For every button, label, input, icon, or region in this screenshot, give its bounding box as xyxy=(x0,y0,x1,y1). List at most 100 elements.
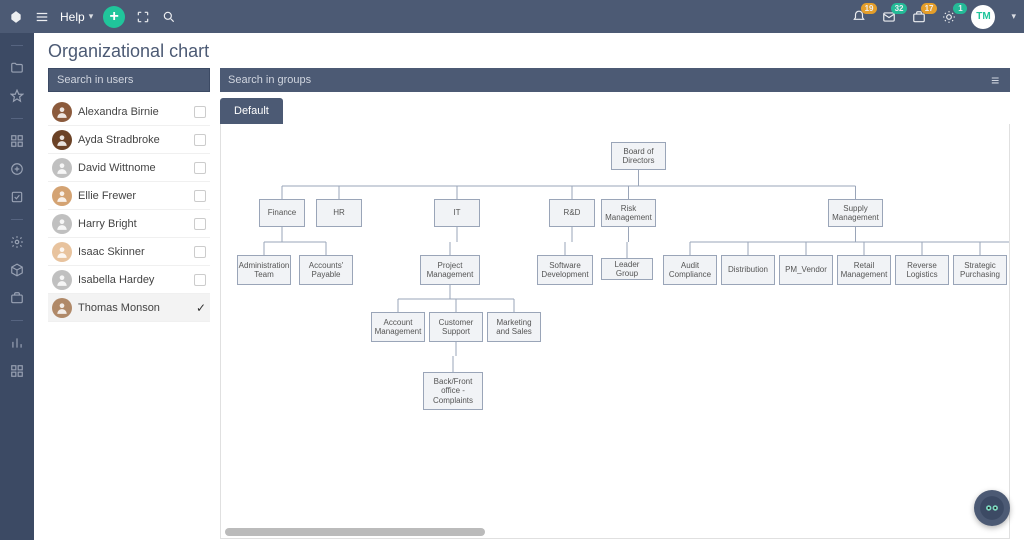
left-nav-rail xyxy=(0,33,34,540)
folder-icon[interactable] xyxy=(9,60,25,76)
user-avatar xyxy=(52,242,72,262)
user-list-item[interactable]: Ellie Frewer xyxy=(48,182,210,210)
check-square-icon[interactable] xyxy=(9,189,25,205)
grid-icon[interactable] xyxy=(9,133,25,149)
user-checkbox[interactable] xyxy=(194,274,206,286)
briefcase-badge: 17 xyxy=(921,3,938,14)
user-list-item[interactable]: David Wittnome xyxy=(48,154,210,182)
user-checkbox[interactable] xyxy=(194,134,206,146)
org-node[interactable]: Leader Group xyxy=(601,258,653,280)
user-name-label: Thomas Monson xyxy=(78,302,190,314)
user-avatar xyxy=(52,186,72,206)
user-avatar xyxy=(52,298,72,318)
org-node[interactable]: Project Management xyxy=(420,255,480,285)
org-node[interactable]: Risk Management xyxy=(601,199,656,227)
user-list-item[interactable]: Isaac Skinner xyxy=(48,238,210,266)
rail-separator xyxy=(11,219,23,220)
checkmark-icon: ✓ xyxy=(196,301,206,315)
briefcase-nav-icon[interactable] xyxy=(9,290,25,306)
search-toolbar: ≡ xyxy=(34,68,1024,98)
bell-badge: 19 xyxy=(861,3,878,14)
fullscreen-icon[interactable] xyxy=(135,9,151,25)
org-node[interactable]: R&D xyxy=(549,199,595,227)
hamburger-menu-icon[interactable] xyxy=(34,9,50,25)
search-icon[interactable] xyxy=(161,9,177,25)
user-name-label: Ellie Frewer xyxy=(78,190,188,202)
user-name-label: Isabella Hardey xyxy=(78,274,188,286)
org-node[interactable]: PM_Vendor xyxy=(779,255,833,285)
user-avatar xyxy=(52,102,72,122)
org-node[interactable]: Accounts' Payable xyxy=(299,255,353,285)
org-node[interactable]: Software Development xyxy=(537,255,593,285)
org-chart-panel: Default Board of Directors Finance HR IT R&D… xyxy=(220,98,1010,539)
help-menu[interactable]: Help ▾ xyxy=(60,10,93,24)
main-content: Organizational chart ≡ Alexandra BirnieA… xyxy=(34,33,1024,540)
org-node[interactable]: Administration Team xyxy=(237,255,291,285)
theme-badge: 1 xyxy=(953,3,967,14)
user-checkbox[interactable] xyxy=(194,190,206,202)
org-node[interactable]: Finance xyxy=(259,199,305,227)
user-list-item[interactable]: Thomas Monson ✓ xyxy=(48,294,210,322)
search-groups-input[interactable] xyxy=(220,68,986,92)
mail-badge: 32 xyxy=(891,3,908,14)
org-node[interactable]: HR xyxy=(316,199,362,227)
org-node[interactable]: Account Management xyxy=(371,312,425,342)
user-avatar xyxy=(52,214,72,234)
org-node[interactable]: IT xyxy=(434,199,480,227)
user-avatar xyxy=(52,270,72,290)
org-node[interactable]: Customer Support xyxy=(429,312,483,342)
org-node[interactable]: Distribution xyxy=(721,255,775,285)
theme-toggle-icon[interactable]: 1 xyxy=(941,9,957,25)
org-node[interactable]: Reverse Logistics xyxy=(895,255,949,285)
org-node[interactable]: Back/Front office - Complaints xyxy=(423,372,483,410)
user-name-label: David Wittnome xyxy=(78,162,188,174)
bell-icon[interactable]: 19 xyxy=(851,9,867,25)
list-toggle-icon[interactable]: ≡ xyxy=(986,72,1004,88)
org-node[interactable]: Marketing and Sales xyxy=(487,312,541,342)
star-icon[interactable] xyxy=(9,88,25,104)
rail-separator xyxy=(11,320,23,321)
user-avatar xyxy=(52,130,72,150)
rail-separator xyxy=(11,45,23,46)
user-checkbox[interactable] xyxy=(194,106,206,118)
user-checkbox[interactable] xyxy=(194,246,206,258)
bar-chart-icon[interactable] xyxy=(9,335,25,351)
org-node[interactable]: Board of Directors xyxy=(611,142,666,170)
user-avatar-button[interactable]: TM xyxy=(971,5,995,29)
user-checkbox[interactable] xyxy=(194,162,206,174)
user-list-item[interactable]: Alexandra Birnie xyxy=(48,98,210,126)
user-name-label: Alexandra Birnie xyxy=(78,106,188,118)
plus-circle-icon[interactable] xyxy=(9,161,25,177)
user-avatar xyxy=(52,158,72,178)
apps-grid-icon[interactable] xyxy=(9,363,25,379)
chevron-down-icon: ▾ xyxy=(89,11,94,22)
app-logo-icon xyxy=(8,9,24,25)
top-bar: Help ▾ + 19 32 17 1 TM ▾ xyxy=(0,0,1024,33)
gear-icon[interactable] xyxy=(9,234,25,250)
org-node[interactable]: Audit Compliance xyxy=(663,255,717,285)
add-button[interactable]: + xyxy=(103,6,125,28)
chat-widget-button[interactable] xyxy=(974,490,1010,526)
search-users-input[interactable] xyxy=(48,68,210,92)
org-chart-canvas[interactable]: Board of Directors Finance HR IT R&DRisk Man… xyxy=(220,124,1010,539)
help-label: Help xyxy=(60,10,85,24)
org-node[interactable]: Strategic Purchasing xyxy=(953,255,1007,285)
user-list-item[interactable]: Harry Bright xyxy=(48,210,210,238)
org-node[interactable]: Supply Management xyxy=(828,199,883,227)
briefcase-icon[interactable]: 17 xyxy=(911,9,927,25)
page-title: Organizational chart xyxy=(34,33,1024,68)
box-icon[interactable] xyxy=(9,262,25,278)
user-checkbox[interactable] xyxy=(194,218,206,230)
rail-separator xyxy=(11,118,23,119)
user-name-label: Harry Bright xyxy=(78,218,188,230)
user-name-label: Isaac Skinner xyxy=(78,246,188,258)
user-list-item[interactable]: Ayda Stradbroke xyxy=(48,126,210,154)
horizontal-scrollbar[interactable] xyxy=(225,528,485,536)
org-node[interactable]: Retail Management xyxy=(837,255,891,285)
tab-default[interactable]: Default xyxy=(220,98,283,124)
mail-icon[interactable]: 32 xyxy=(881,9,897,25)
user-list-item[interactable]: Isabella Hardey xyxy=(48,266,210,294)
users-list: Alexandra Birnie Ayda Stradbroke David Wit… xyxy=(48,98,210,539)
avatar-chevron-down-icon: ▾ xyxy=(1011,11,1016,22)
user-name-label: Ayda Stradbroke xyxy=(78,134,188,146)
